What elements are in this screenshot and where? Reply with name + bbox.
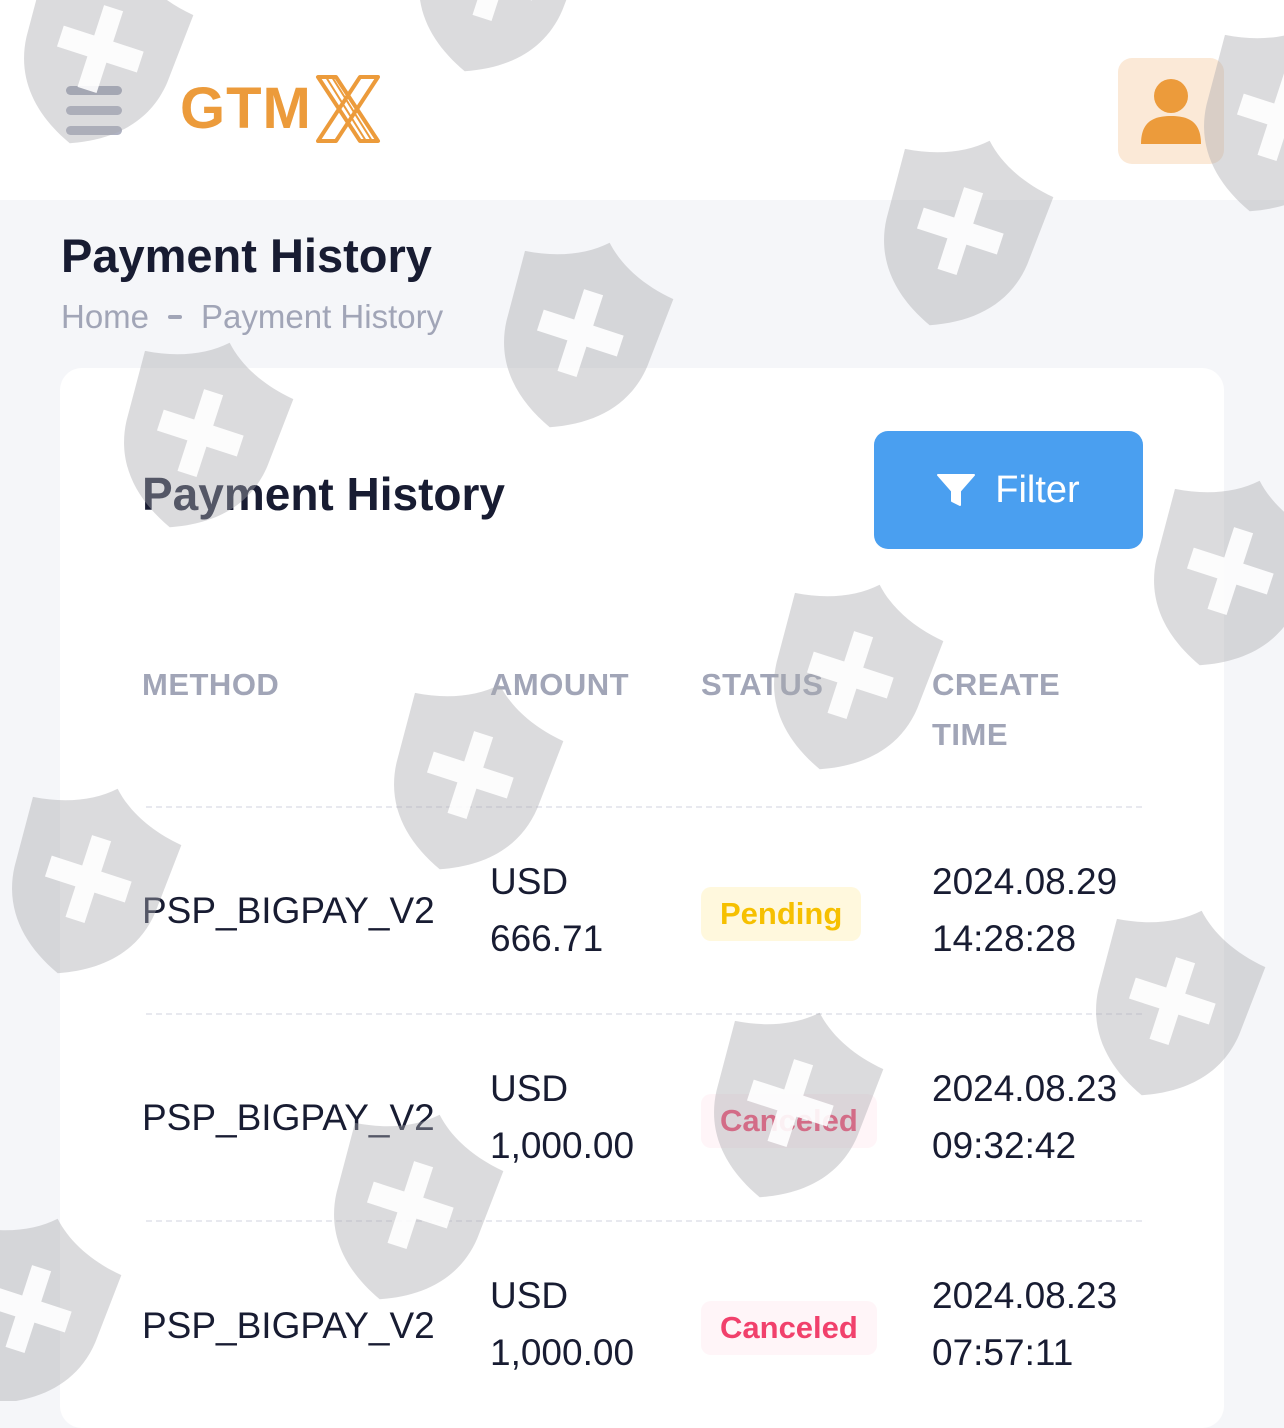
row-time: 09:32:42 [932, 1125, 1077, 1166]
funnel-icon [937, 474, 976, 506]
row-divider [146, 1013, 1142, 1015]
menu-line [66, 86, 122, 95]
card-title: Payment History [142, 468, 506, 520]
row-time: 07:57:11 [932, 1332, 1074, 1373]
brand-logo[interactable]: GTM [180, 70, 382, 148]
row-date: 2024.08.23 [932, 1275, 1118, 1316]
menu-line [66, 106, 122, 115]
filter-button-label: Filter [995, 468, 1080, 511]
row-currency: USD [490, 861, 569, 902]
row-method: PSP_BIGPAY_V2 [142, 1305, 435, 1346]
column-header-method: METHOD [142, 667, 280, 702]
row-currency: USD [490, 1068, 569, 1109]
row-currency: USD [490, 1275, 569, 1316]
column-header-create-time: CREATE TIME [932, 660, 1060, 760]
column-header-amount: AMOUNT [490, 667, 630, 702]
status-badge-canceled: Canceled [701, 1094, 877, 1148]
row-divider [146, 806, 1142, 808]
row-date: 2024.08.29 [932, 861, 1118, 902]
row-date: 2024.08.23 [932, 1068, 1118, 1109]
row-time: 14:28:28 [932, 918, 1077, 959]
row-amount: 1,000.00 [490, 1332, 635, 1373]
breadcrumb: Home Payment History [61, 294, 443, 340]
breadcrumb-home[interactable]: Home [61, 298, 149, 336]
page-title: Payment History [61, 229, 432, 282]
filter-button[interactable]: Filter [874, 431, 1143, 549]
logo-text: GTM [180, 76, 312, 141]
user-icon [1141, 79, 1201, 144]
breadcrumb-separator [168, 315, 183, 319]
column-header-time: TIME [932, 717, 1009, 752]
top-header: GTM [0, 0, 1284, 200]
row-method: PSP_BIGPAY_V2 [142, 1097, 435, 1138]
row-amount: 666.71 [490, 918, 604, 959]
hamburger-menu-icon[interactable] [66, 86, 122, 138]
breadcrumb-current: Payment History [201, 298, 444, 335]
column-header-create: CREATE [932, 667, 1061, 702]
row-amount: 1,000.00 [490, 1125, 635, 1166]
user-avatar-button[interactable] [1118, 58, 1224, 164]
payment-history-card: Payment History Filter METHOD AMOUNT STA… [60, 368, 1224, 1428]
menu-line [66, 126, 122, 135]
row-divider [146, 1220, 1142, 1222]
status-badge-pending: Pending [701, 887, 862, 941]
row-method: PSP_BIGPAY_V2 [142, 890, 435, 931]
logo-x-mark [315, 75, 380, 143]
column-header-status: STATUS [701, 667, 824, 702]
status-badge-canceled: Canceled [701, 1301, 877, 1355]
